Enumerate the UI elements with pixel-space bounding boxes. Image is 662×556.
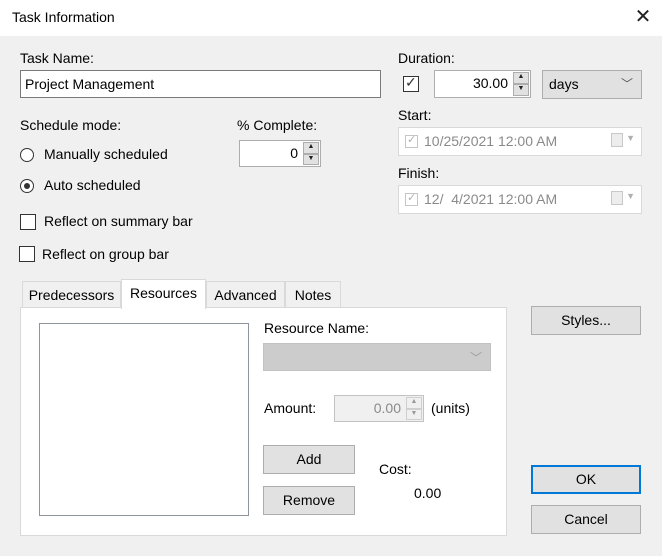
- start-date-value: 10/25/2021 12:00 AM: [424, 133, 558, 149]
- percent-complete-value: 0: [290, 145, 298, 161]
- remove-resource-button[interactable]: Remove: [263, 486, 355, 515]
- resource-name-label: Resource Name:: [264, 320, 370, 336]
- resource-name-select[interactable]: ﹀: [263, 343, 491, 371]
- calendar-icon[interactable]: [611, 191, 623, 205]
- spin-up-icon[interactable]: ▲: [513, 72, 529, 84]
- reflect-group-bar-label[interactable]: Reflect on group bar: [42, 246, 169, 262]
- finish-label: Finish:: [398, 165, 440, 181]
- duration-estimated-checkbox[interactable]: [403, 74, 419, 92]
- window-title: Task Information: [12, 9, 115, 25]
- tab-advanced[interactable]: Advanced: [206, 281, 285, 307]
- percent-complete-label: % Complete:: [237, 117, 318, 133]
- manually-scheduled-label[interactable]: Manually scheduled: [44, 146, 168, 162]
- cost-label: Cost:: [379, 461, 412, 477]
- dropdown-arrow-icon[interactable]: ▼: [626, 191, 635, 201]
- finish-date-picker[interactable]: 12/ 4/2021 12:00 AM ▼: [398, 185, 642, 214]
- auto-scheduled-label[interactable]: Auto scheduled: [44, 177, 141, 193]
- reflect-summary-bar-checkbox[interactable]: [20, 214, 36, 230]
- tab-predecessors[interactable]: Predecessors: [22, 281, 121, 307]
- start-date-picker[interactable]: 10/25/2021 12:00 AM ▼: [398, 127, 642, 156]
- resources-list[interactable]: [39, 323, 249, 516]
- amount-label: Amount:: [264, 400, 317, 416]
- duration-unit-select[interactable]: days ﹀: [542, 70, 642, 99]
- close-icon[interactable]: ✕: [632, 5, 654, 29]
- manually-scheduled-radio[interactable]: [20, 148, 34, 162]
- schedule-mode-label: Schedule mode:: [20, 117, 122, 133]
- styles-button[interactable]: Styles...: [531, 306, 641, 335]
- duration-unit-value: days: [549, 76, 579, 92]
- task-name-label: Task Name:: [20, 50, 94, 66]
- ok-button[interactable]: OK: [531, 465, 641, 494]
- amount-unit-label: (units): [431, 400, 470, 416]
- cancel-button[interactable]: Cancel: [531, 505, 641, 534]
- auto-scheduled-radio[interactable]: [20, 179, 34, 193]
- add-resource-button[interactable]: Add: [263, 445, 355, 474]
- dropdown-arrow-icon[interactable]: ▼: [626, 133, 635, 143]
- spin-up-icon[interactable]: ▲: [406, 397, 422, 409]
- duration-spinner[interactable]: 30.00 ▲ ▼: [434, 70, 531, 98]
- reflect-group-bar-checkbox[interactable]: [19, 246, 35, 262]
- finish-date-value: 12/ 4/2021 12:00 AM: [424, 191, 558, 207]
- spin-down-icon[interactable]: ▼: [303, 153, 319, 165]
- tab-notes[interactable]: Notes: [285, 281, 341, 307]
- chevron-down-icon: ﹀: [469, 351, 482, 365]
- finish-checkbox[interactable]: [405, 191, 418, 206]
- duration-label: Duration:: [398, 50, 455, 66]
- duration-value: 30.00: [472, 75, 508, 91]
- start-checkbox[interactable]: [405, 133, 418, 148]
- start-label: Start:: [398, 107, 432, 123]
- percent-complete-spinner[interactable]: 0 ▲ ▼: [239, 140, 321, 167]
- cost-value: 0.00: [414, 485, 442, 501]
- spin-up-icon[interactable]: ▲: [303, 142, 319, 154]
- amount-spinner[interactable]: 0.00 ▲ ▼: [334, 395, 424, 422]
- spin-down-icon[interactable]: ▼: [513, 84, 529, 96]
- amount-value: 0.00: [373, 400, 401, 416]
- task-name-value: Project Management: [25, 76, 155, 92]
- task-name-input[interactable]: Project Management: [20, 70, 381, 98]
- reflect-summary-bar-label[interactable]: Reflect on summary bar: [44, 213, 193, 229]
- calendar-icon[interactable]: [611, 133, 623, 147]
- spin-down-icon[interactable]: ▼: [406, 408, 422, 420]
- title-bar: Task Information ✕: [0, 0, 662, 36]
- chevron-down-icon: ﹀: [620, 77, 633, 91]
- tab-resources[interactable]: Resources: [121, 279, 206, 309]
